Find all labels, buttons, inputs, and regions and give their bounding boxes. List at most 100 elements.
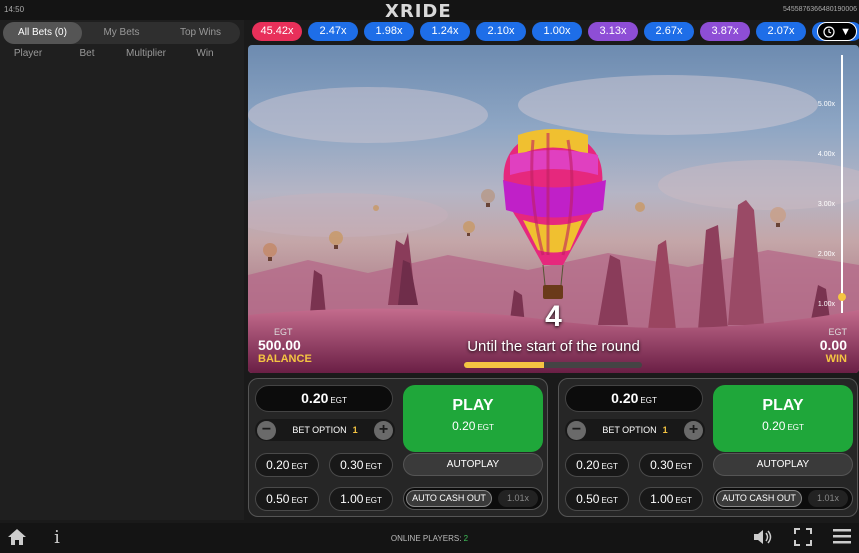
tab-all-bets[interactable]: All Bets (0) (3, 22, 82, 44)
bet-amount-value: 0.20 (611, 390, 639, 406)
history-toggle-button[interactable]: ▼ (817, 22, 857, 41)
column-bet: Bet (79, 48, 95, 59)
quick-bet-button[interactable]: 0.20 EGT (255, 453, 319, 477)
play-currency: EGT (787, 423, 804, 432)
quick-bet-currency: EGT (675, 462, 692, 471)
round-status-text: Until the start of the round (467, 338, 640, 355)
play-label: PLAY (452, 397, 494, 414)
tab-my-bets[interactable]: My Bets (82, 22, 161, 44)
quick-bet-value: 0.50 (266, 492, 290, 506)
game-logo: XRIDE (385, 1, 452, 22)
online-players-label: ONLINE PLAYERS: (390, 534, 462, 543)
bet-option-stepper: − BET OPTION 1 + (565, 419, 705, 441)
multiplier-chip: 3.87x (700, 22, 750, 41)
bet-amount-currency: EGT (330, 396, 347, 405)
quick-bet-button[interactable]: 0.50 EGT (255, 487, 319, 511)
play-amount: 0.20 (452, 419, 476, 433)
quick-bet-currency: EGT (675, 496, 692, 505)
tab-top-wins[interactable]: Top Wins (161, 22, 240, 44)
plus-button[interactable]: + (683, 420, 703, 440)
multiplier-chip: 1.00x (532, 22, 582, 41)
auto-cash-out-control: AUTO CASH OUT 1.01x (713, 487, 853, 510)
quick-bet-currency: EGT (601, 462, 618, 471)
quick-bet-value: 0.50 (576, 492, 600, 506)
multiplier-chip: 1.98x (364, 22, 414, 41)
quick-bet-button[interactable]: 1.00 EGT (329, 487, 393, 511)
quick-bet-value: 0.30 (650, 458, 674, 472)
column-multiplier: Multiplier (125, 48, 166, 59)
countdown-progress-bar (464, 362, 642, 368)
play-amount: 0.20 (762, 419, 786, 433)
round-id: 5455876366480190006 (783, 6, 857, 13)
multiplier-scale: 5.00x 4.00x 3.00x 2.00x 1.00x (813, 55, 846, 325)
scale-tick-label: 2.00x (817, 251, 835, 258)
quick-bet-value: 1.00 (340, 492, 364, 506)
auto-cash-out-input[interactable]: 1.01x (808, 490, 848, 507)
quick-bet-currency: EGT (291, 462, 308, 471)
countdown-number: 4 (545, 300, 562, 333)
top-bar: 14:50 XRIDE 5455876366480190006 (0, 0, 859, 22)
scale-tick-label: 4.00x (817, 151, 835, 158)
fullscreen-icon[interactable] (792, 528, 814, 548)
multiplier-history: 12.07x3.87x2.67x3.13x1.00x2.10x1.24x1.98… (248, 20, 859, 42)
online-players-count: 2 (463, 534, 469, 543)
quick-bet-currency: EGT (291, 496, 308, 505)
online-players: ONLINE PLAYERS: 2 (0, 534, 859, 543)
auto-cash-out-toggle[interactable]: AUTO CASH OUT (716, 490, 802, 507)
menu-icon[interactable] (831, 528, 853, 548)
multiplier-chip: 1.24x (420, 22, 470, 41)
quick-bet-button[interactable]: 0.30 EGT (329, 453, 393, 477)
quick-bet-value: 1.00 (650, 492, 674, 506)
play-button[interactable]: PLAY 0.20 EGT (713, 385, 853, 452)
multiplier-chip: 3.13x (588, 22, 638, 41)
bet-amount-currency: EGT (640, 396, 657, 405)
multiplier-chip: 45.42x (252, 22, 302, 41)
quick-bet-button[interactable]: 0.20 EGT (565, 453, 629, 477)
minus-button[interactable]: − (257, 420, 276, 440)
bet-amount-value: 0.20 (301, 390, 329, 406)
bet-option-stepper: − BET OPTION 1 + (255, 419, 395, 441)
bet-panel-2: 0.20 EGT − BET OPTION 1 + PLAY 0.20 EGT 0.2… (558, 378, 858, 517)
bet-amount-field[interactable]: 0.20 EGT (565, 385, 703, 412)
play-button[interactable]: PLAY 0.20 EGT (403, 385, 543, 452)
clock-time: 14:50 (4, 5, 25, 14)
autoplay-button[interactable]: AUTOPLAY (403, 453, 543, 476)
chevron-down-icon: ▼ (840, 25, 851, 38)
auto-cash-out-input[interactable]: 1.01x (498, 490, 538, 507)
bet-option-value: 1 (662, 425, 668, 435)
bets-tabs: All Bets (0) My Bets Top Wins (3, 22, 240, 44)
quick-bet-button[interactable]: 0.30 EGT (639, 453, 703, 477)
scale-tick-label: 3.00x (817, 201, 835, 208)
bets-panel: All Bets (0) My Bets Top Wins Player Bet… (0, 20, 244, 520)
play-currency: EGT (477, 423, 494, 432)
countdown-progress-fill (464, 362, 545, 368)
bet-option-label: BET OPTION (602, 425, 657, 435)
bet-amount-field[interactable]: 0.20 EGT (255, 385, 393, 412)
column-win: Win (196, 48, 214, 59)
plus-button[interactable]: + (373, 420, 393, 440)
scale-tick-label: 5.00x (817, 101, 835, 108)
auto-cash-out-toggle[interactable]: AUTO CASH OUT (406, 490, 492, 507)
clock-icon (823, 25, 835, 38)
play-label: PLAY (762, 397, 804, 414)
quick-bet-currency: EGT (365, 462, 382, 471)
bet-option-label: BET OPTION (292, 425, 347, 435)
quick-bet-value: 0.30 (340, 458, 364, 472)
auto-cash-out-control: AUTO CASH OUT 1.01x (403, 487, 543, 510)
bet-option-value: 1 (352, 425, 358, 435)
column-player: Player (13, 48, 43, 59)
quick-bet-value: 0.20 (266, 458, 290, 472)
quick-bet-currency: EGT (365, 496, 382, 505)
quick-bet-button[interactable]: 0.50 EGT (565, 487, 629, 511)
multiplier-chip: 2.67x (644, 22, 694, 41)
autoplay-button[interactable]: AUTOPLAY (713, 453, 853, 476)
quick-bet-currency: EGT (601, 496, 618, 505)
game-scene: 5.00x 4.00x 3.00x 2.00x 1.00x EGT 500.00 BAL… (248, 45, 859, 373)
multiplier-chip: 2.10x (476, 22, 526, 41)
bottom-bar: i ONLINE PLAYERS: 2 (0, 523, 859, 553)
multiplier-chip: 2.47x (308, 22, 358, 41)
scale-line (841, 55, 843, 313)
minus-button[interactable]: − (567, 420, 586, 440)
sound-icon[interactable] (752, 528, 774, 548)
quick-bet-button[interactable]: 1.00 EGT (639, 487, 703, 511)
